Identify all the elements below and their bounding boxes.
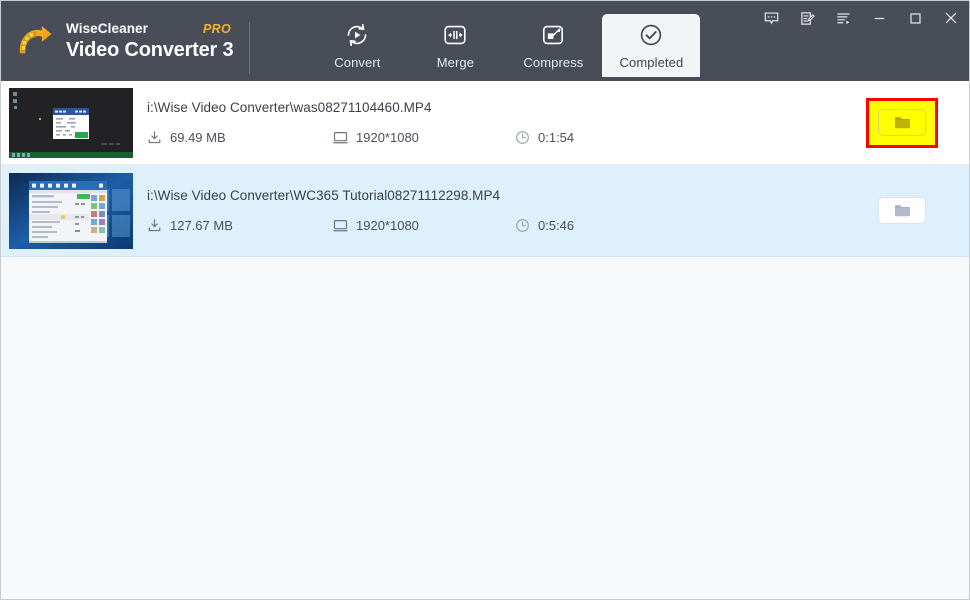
menu-list-icon [836,12,850,24]
row-actions [835,81,969,164]
feedback-button[interactable] [753,3,789,33]
brand-divider [249,22,251,74]
clock-icon [516,219,529,232]
file-resolution-value: 1920*1080 [356,130,419,145]
folder-icon [894,117,910,129]
brand-area: WiseCleaner PRO Video Converter 3 [1,1,251,81]
app-window: WiseCleaner PRO Video Converter 3 Conver… [0,0,970,600]
edit-note-icon [800,11,815,25]
file-size-value: 127.67 MB [170,218,233,233]
clock-icon [516,131,529,144]
tab-compress-label: Compress [523,54,584,70]
title-bar: WiseCleaner PRO Video Converter 3 Conver… [1,1,969,81]
convert-icon [348,23,367,46]
main-tabs: Convert Merge Compress Completed [308,1,701,81]
file-size: 69.49 MB [147,130,333,145]
highlight-annotation [866,97,938,148]
maximize-icon [909,12,921,24]
tab-completed[interactable]: Completed [602,14,701,77]
monitor-icon [333,220,348,232]
file-resolution: 1920*1080 [333,130,515,145]
table-row[interactable]: i:\Wise Video Converter\WC365 Tutorial08… [1,165,969,257]
close-icon [945,12,957,24]
brand-company: WiseCleaner [66,20,149,36]
brand-text: WiseCleaner PRO Video Converter 3 [66,20,234,62]
open-folder-button[interactable] [878,109,926,136]
file-resolution: 1920*1080 [333,218,515,233]
row-actions [835,165,969,256]
open-folder-button[interactable] [878,197,926,224]
download-icon [148,219,161,232]
thumbnail-image-2 [9,172,133,249]
file-duration-value: 0:5:46 [538,218,575,233]
close-button[interactable] [933,3,969,33]
check-circle-icon [641,24,662,45]
tab-convert-label: Convert [334,54,381,70]
monitor-icon [333,132,348,144]
download-icon [148,131,161,144]
file-size-value: 69.49 MB [170,130,226,145]
file-path: i:\Wise Video Converter\was08271104460.M… [147,100,432,115]
menu-button[interactable] [825,3,861,33]
tab-completed-label: Completed [619,54,684,70]
tab-convert[interactable]: Convert [308,14,406,77]
tab-merge[interactable]: Merge [406,14,504,77]
file-resolution-value: 1920*1080 [356,218,419,233]
thumbnail-image-1 [9,87,133,158]
minimize-icon [874,17,884,19]
window-controls [753,1,969,35]
file-meta: 69.49 MB 1920*1080 0:1:54 [147,130,835,145]
table-row[interactable]: i:\Wise Video Converter\was08271104460.M… [1,81,969,165]
video-thumbnail [9,87,133,158]
tab-compress[interactable]: Compress [504,14,602,77]
file-path: i:\Wise Video Converter\WC365 Tutorial08… [147,188,501,203]
minimize-button[interactable] [861,3,897,33]
notes-button[interactable] [789,3,825,33]
completed-file-list: i:\Wise Video Converter\was08271104460.M… [1,81,969,599]
file-duration-value: 0:1:54 [538,130,575,145]
brand-product-title: Video Converter 3 [66,39,234,62]
video-thumbnail [9,172,133,249]
maximize-button[interactable] [897,3,933,33]
file-size: 127.67 MB [147,218,333,233]
merge-icon [444,25,467,44]
brand-edition-badge: PRO [203,21,231,36]
app-logo-icon [19,26,52,54]
file-meta: 127.67 MB 1920*1080 0:5:46 [147,218,835,233]
folder-icon [894,205,910,217]
file-info: i:\Wise Video Converter\WC365 Tutorial08… [133,188,835,233]
feedback-icon [764,11,778,25]
file-duration: 0:5:46 [515,218,655,233]
file-info: i:\Wise Video Converter\was08271104460.M… [133,100,835,145]
tab-merge-label: Merge [436,54,475,70]
compress-icon [543,25,564,44]
file-duration: 0:1:54 [515,130,655,145]
